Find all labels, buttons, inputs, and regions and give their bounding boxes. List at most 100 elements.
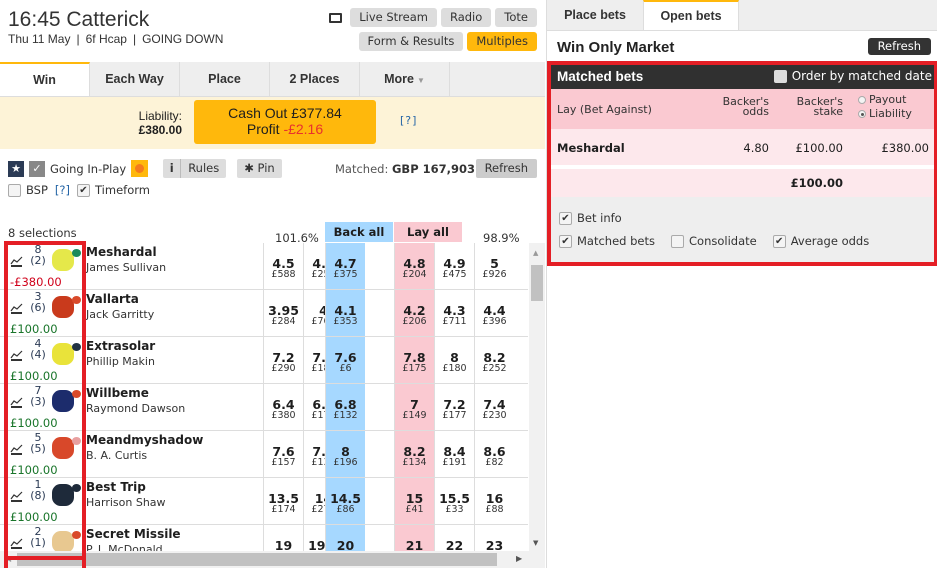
tab-2-places[interactable]: 2 Places — [270, 62, 360, 96]
odds-cell-lay-2[interactable]: 4.3 £711 — [434, 290, 474, 336]
cloth-number: 2 (1) — [29, 526, 47, 548]
tote-button[interactable]: Tote — [495, 8, 537, 27]
tab-each-way[interactable]: Each Way — [90, 62, 180, 96]
odds-cell-back-3[interactable]: 3.95 £284 — [263, 290, 303, 336]
odds-cell-back-3[interactable]: 4.5 £588 — [263, 243, 303, 289]
cashout-button[interactable]: Cash Out £377.84 Profit -£2.16 — [194, 100, 376, 144]
vertical-scrollbar[interactable]: ▲ ▼ — [529, 243, 545, 551]
order-by-date-checkbox[interactable] — [773, 69, 787, 83]
horse-name[interactable]: Secret Missile — [86, 527, 181, 541]
odds-cell-lay-3[interactable]: 23 — [474, 525, 514, 551]
liability-radio[interactable] — [858, 110, 866, 118]
scroll-up-icon[interactable]: ▲ — [533, 249, 538, 257]
payout-option[interactable]: Payout — [858, 93, 906, 106]
betslip-refresh-button[interactable]: Refresh — [867, 38, 931, 55]
odds-cell-lay-best[interactable]: 4.2 £206 — [394, 290, 434, 336]
bsp-checkbox[interactable] — [8, 183, 21, 197]
price-chart-icon[interactable] — [10, 303, 23, 314]
odds-cell-back-best[interactable]: 7.6 £6 — [325, 337, 365, 383]
scroll-right-icon[interactable]: ▶ — [516, 554, 522, 563]
cashout-help-link[interactable]: [?] — [400, 114, 417, 127]
odds-cell-lay-2[interactable]: 8.4 £191 — [434, 431, 474, 477]
odds-cell-lay-2[interactable]: 7.2 £177 — [434, 384, 474, 430]
multiples-button[interactable]: Multiples — [467, 32, 537, 51]
odds-cell-lay-best[interactable]: 4.8 £204 — [394, 243, 434, 289]
odds-cell-back-3[interactable]: 7.6 £157 — [263, 431, 303, 477]
odds-cell-back-best[interactable]: 20 — [325, 525, 365, 551]
odds-cell-lay-best[interactable]: 8.2 £134 — [394, 431, 434, 477]
tab-more[interactable]: More ▼ — [360, 62, 450, 96]
horse-name[interactable]: Willbeme — [86, 386, 149, 400]
price-chart-icon[interactable] — [10, 538, 23, 549]
horse-name[interactable]: Best Trip — [86, 480, 146, 494]
odds-cell-lay-best[interactable]: 15 £41 — [394, 478, 434, 524]
pin-button[interactable]: ✱ Pin — [237, 159, 282, 178]
price-chart-icon[interactable] — [10, 350, 23, 361]
rules-button[interactable]: i Rules — [163, 159, 227, 178]
horse-name[interactable]: Meandmyshadow — [86, 433, 203, 447]
price-chart-icon[interactable] — [10, 397, 23, 408]
odds-cell-back-3[interactable]: 7.2 £290 — [263, 337, 303, 383]
horizontal-scroll-thumb[interactable] — [17, 553, 497, 566]
odds-cell-lay-3[interactable]: 16 £88 — [474, 478, 514, 524]
live-stream-button[interactable]: Live Stream — [350, 8, 437, 27]
consolidate-checkbox[interactable] — [671, 234, 684, 248]
odds-cell-lay-3[interactable]: 4.4 £396 — [474, 290, 514, 336]
odds-cell-back-3[interactable]: 13.5 £174 — [263, 478, 303, 524]
tab-win[interactable]: Win — [0, 62, 90, 96]
odds-cell-back-best[interactable]: 4.7 £375 — [325, 243, 365, 289]
pin-icon: ✱ — [244, 161, 254, 175]
matched-bets-title: Matched bets — [557, 69, 644, 84]
price-chart-icon[interactable] — [10, 256, 23, 267]
tab-open-bets[interactable]: Open bets — [643, 0, 739, 30]
back-all-button[interactable]: Back all — [325, 222, 393, 242]
odds-cell-back-3[interactable]: 19 — [263, 525, 303, 551]
scroll-left-icon[interactable]: ◀ — [5, 554, 11, 563]
odds-cell-lay-best[interactable]: 21 — [394, 525, 434, 551]
profit-value: -£2.16 — [283, 121, 324, 137]
bet-info-checkbox[interactable]: ✔ — [559, 211, 572, 225]
lay-all-button[interactable]: Lay all — [394, 222, 462, 242]
odds-cell-lay-best[interactable]: 7 £149 — [394, 384, 434, 430]
payout-radio[interactable] — [858, 96, 866, 104]
bsp-help-link[interactable]: [?] — [55, 183, 70, 197]
odds-cell-back-best[interactable]: 8 £196 — [325, 431, 365, 477]
odds-cell-lay-3[interactable]: 7.4 £230 — [474, 384, 514, 430]
price-chart-icon[interactable] — [10, 444, 23, 455]
tab-place-bets[interactable]: Place bets — [547, 0, 643, 30]
odds-cell-back-best[interactable]: 6.8 £132 — [325, 384, 365, 430]
horse-name[interactable]: Meshardal — [86, 245, 157, 259]
odds-cell-lay-2[interactable]: 4.9 £475 — [434, 243, 474, 289]
stall-draw: (1) — [30, 536, 46, 549]
matched-bets-checkbox[interactable]: ✔ — [559, 234, 572, 248]
backers-odds-header: Backer's odds — [721, 96, 769, 117]
horse-name[interactable]: Extrasolar — [86, 339, 155, 353]
timeform-checkbox[interactable]: ✔ — [77, 183, 90, 197]
odds-cell-lay-3[interactable]: 5 £926 — [474, 243, 514, 289]
radio-button[interactable]: Radio — [440, 8, 492, 27]
odds-volume: £196 — [333, 457, 358, 468]
odds-cell-lay-2[interactable]: 22 — [434, 525, 474, 551]
average-odds-checkbox[interactable]: ✔ — [772, 234, 786, 248]
tab-place[interactable]: Place — [180, 62, 270, 96]
order-by-date-option[interactable]: Order by matched date — [773, 69, 932, 83]
odds-cell-back-best[interactable]: 4.1 £353 — [325, 290, 365, 336]
price-chart-icon[interactable] — [10, 491, 23, 502]
vertical-scroll-thumb[interactable] — [531, 265, 543, 301]
jockey-cap-icon — [72, 437, 81, 445]
odds-cell-back-3[interactable]: 6.4 £380 — [263, 384, 303, 430]
odds-cell-back-best[interactable]: 14.5 £86 — [325, 478, 365, 524]
form-results-button[interactable]: Form & Results — [358, 32, 464, 51]
market-refresh-button[interactable]: Refresh — [475, 159, 537, 178]
odds-cell-lay-3[interactable]: 8.6 £82 — [474, 431, 514, 477]
favourite-star-icon[interactable]: ★ — [8, 160, 24, 177]
odds-cell-lay-best[interactable]: 7.8 £175 — [394, 337, 434, 383]
liability-option[interactable]: Liability — [858, 107, 912, 120]
odds-cell-lay-3[interactable]: 8.2 £252 — [474, 337, 514, 383]
horizontal-scrollbar[interactable]: ◀ ▶ — [0, 551, 545, 568]
odds-cell-lay-2[interactable]: 8 £180 — [434, 337, 474, 383]
scroll-down-icon[interactable]: ▼ — [533, 539, 538, 547]
horse-name[interactable]: Vallarta — [86, 292, 139, 306]
matched-label: Matched: — [334, 162, 389, 176]
odds-cell-lay-2[interactable]: 15.5 £33 — [434, 478, 474, 524]
